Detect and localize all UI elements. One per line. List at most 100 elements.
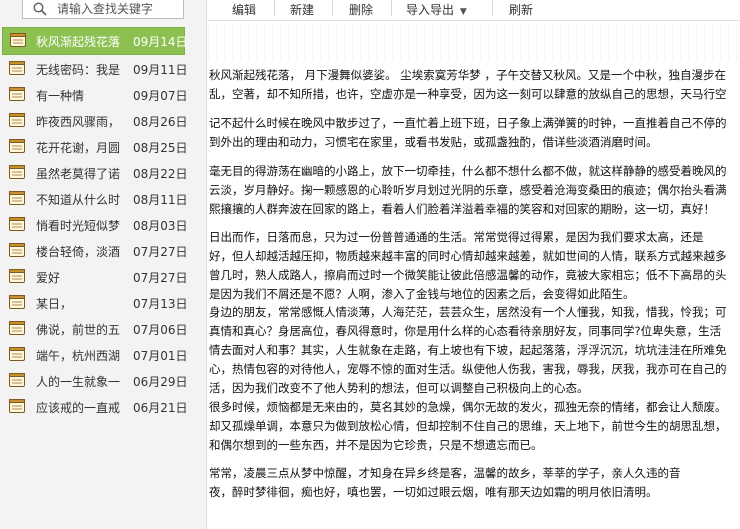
note-list-item[interactable]: 端午，杭州西湖 07月01日 bbox=[0, 341, 207, 367]
note-title: 不知道从什么时 bbox=[36, 193, 121, 207]
note-title: 楼台轻倚，淡酒 bbox=[36, 245, 121, 259]
notebook-icon bbox=[9, 217, 25, 231]
note-list-item[interactable]: 有一种情 09月07日 bbox=[0, 81, 207, 107]
content-line: 到外出的理由和动力，习惯宅在家里，或看书发贴，或孤盏独酌，借详些淡酒消磨时间。 bbox=[209, 135, 658, 149]
note-list-item[interactable]: 人的一生就象一 06月29日 bbox=[0, 367, 207, 393]
note-date: 08月03日 bbox=[133, 219, 188, 233]
note-date: 08月26日 bbox=[133, 115, 188, 129]
editor-ruler bbox=[208, 26, 740, 60]
note-list-item[interactable]: 虽然老莫得了诺 08月22日 bbox=[0, 159, 207, 185]
note-date: 08月11日 bbox=[133, 193, 188, 207]
notebook-icon bbox=[9, 347, 25, 361]
refresh-button[interactable]: 刷新 bbox=[509, 1, 533, 18]
edit-button[interactable]: 编辑 bbox=[232, 1, 256, 18]
note-list-item[interactable]: 秋风渐起残花落 09月14日 bbox=[2, 27, 188, 55]
content-line: 心，热情包容的对待他人，宠辱不惊的面对生活。纵使他人伤我，害我，辱我，厌我，我亦… bbox=[209, 362, 727, 376]
note-title: 应该戒的一直戒 bbox=[36, 401, 121, 415]
note-date: 07月27日 bbox=[133, 245, 188, 259]
content-paragraph: 常常，凌晨三点从梦中惊醒，才知身在异乡终是客，温馨的故乡，莘莘的学子，亲人久违的… bbox=[209, 464, 681, 502]
notes-sidebar: 秋风渐起残花落 09月14日无线密码：我是 09月11日有一种情 09月07日昨夜西风… bbox=[0, 0, 207, 529]
note-title: 秋风渐起残花落 bbox=[36, 35, 121, 49]
note-list-item[interactable]: 昨夜西风骤雨， 08月26日 bbox=[0, 107, 207, 133]
note-title: 虽然老莫得了诺 bbox=[36, 167, 121, 181]
content-paragraph: 记不起什么时候在晚风中散步过了，一直忙着上班下班，日子象上满弹簧的时钟，一直推着… bbox=[209, 114, 727, 152]
note-date: 09月14日 bbox=[133, 35, 188, 49]
note-list-item[interactable]: 花开花谢，月圆 08月25日 bbox=[0, 133, 207, 159]
content-line: 毫无目的得游荡在幽暗的小路上，放下一切牵挂，什么都不想什么都不做，就这样静静的感… bbox=[209, 164, 727, 178]
content-line: 乱，空著，却不知所措，也许，空虚亦是一种享受，因为这一刻可以肆意的放纵自己的思想… bbox=[209, 87, 727, 101]
note-list-item[interactable]: 楼台轻倚，淡酒 07月27日 bbox=[0, 237, 207, 263]
content-line: 活，因为我们改变不了他人势利的想法，但可以调整自己积极向上的心态。 bbox=[209, 381, 589, 395]
content-paragraph: 身边的朋友，常常感慨人情淡薄，人海茫茫，芸芸众生，居然没有一个人懂我，知我，惜我… bbox=[209, 303, 727, 398]
content-line: 真情和真心？身居高位，春风得意时，你是用什么样的心态看待亲朋好友，同事同学?位卑… bbox=[209, 324, 722, 338]
note-date: 07月13日 bbox=[133, 297, 188, 311]
note-list: 秋风渐起残花落 09月14日 无线密码：我是 09月11日 有一种情 09月07日 昨夜西风… bbox=[0, 27, 207, 419]
notebook-icon bbox=[9, 61, 25, 75]
note-date: 08月25日 bbox=[133, 141, 188, 155]
note-title: 佛说，前世的五 bbox=[36, 323, 121, 337]
content-paragraph: 日出而作，日落而息，只为过一份普普通通的生活。常常觉得过得累，是因为我们要求太高… bbox=[209, 228, 727, 304]
search-icon bbox=[33, 2, 47, 16]
search-input[interactable] bbox=[57, 0, 181, 17]
note-date: 09月07日 bbox=[133, 89, 188, 103]
note-list-item[interactable]: 爱好 07月27日 bbox=[0, 263, 207, 289]
note-date: 09月11日 bbox=[133, 63, 188, 77]
note-list-item[interactable]: 应该戒的一直戒 06月21日 bbox=[0, 393, 207, 419]
note-list-item[interactable]: 佛说，前世的五 07月06日 bbox=[0, 315, 207, 341]
delete-button[interactable]: 删除 bbox=[349, 1, 373, 18]
notebook-icon bbox=[9, 373, 25, 387]
toolbar: 编辑 新建 删除 导入导出 ▼ 刷新 bbox=[208, 0, 740, 21]
note-date: 07月27日 bbox=[133, 271, 188, 285]
toolbar-separator bbox=[274, 0, 275, 16]
note-title: 人的一生就象一 bbox=[36, 375, 121, 389]
content-line: 却又孤燥单调，本意只为做到放松心情，但却控制不住自己的思维，天上地下，前世今生的… bbox=[209, 419, 727, 433]
note-date: 06月29日 bbox=[133, 375, 188, 389]
content-line: 好，但人却越活越压抑，物质越来越丰富的同时心情却越来越差，就如世间的人情，联系方… bbox=[209, 249, 727, 263]
toolbar-separator bbox=[332, 0, 333, 16]
note-list-item[interactable]: 悄看时光短似梦 08月03日 bbox=[0, 211, 207, 237]
content-paragraph: 秋风渐起残花落， 月下漫舞似婆娑。 尘埃索寞芳华梦 ，子午交替又秋风。又是一个中… bbox=[209, 66, 727, 104]
chevron-down-icon: ▼ bbox=[459, 7, 467, 17]
content-line: 日出而作，日落而息，只为过一份普普通通的生活。常常觉得过得累，是因为我们要求太高… bbox=[209, 230, 704, 244]
content-line: 曾几时，熟人成路人，擦肩而过时一个微笑能让彼此倍感温馨的动作，竟被大家相忘；低不… bbox=[209, 268, 727, 282]
note-date: 07月01日 bbox=[133, 349, 188, 363]
notebook-icon bbox=[9, 191, 25, 205]
content-line: 记不起什么时候在晚风中散步过了，一直忙着上班下班，日子象上满弹簧的时钟，一直推着… bbox=[209, 116, 727, 130]
notebook-icon bbox=[9, 139, 25, 153]
content-line: 秋风渐起残花落， 月下漫舞似婆娑。 尘埃索寞芳华梦 ，子午交替又秋风。又是一个中… bbox=[209, 68, 726, 82]
note-title: 昨夜西风骤雨， bbox=[36, 115, 121, 129]
notebook-icon bbox=[9, 165, 25, 179]
new-button[interactable]: 新建 bbox=[290, 1, 314, 18]
note-title: 端午，杭州西湖 bbox=[36, 349, 121, 363]
notebook-icon bbox=[10, 33, 26, 47]
toolbar-separator bbox=[391, 0, 392, 16]
note-content[interactable]: 秋风渐起残花落， 月下漫舞似婆娑。 尘埃索寞芳华梦 ，子午交替又秋风。又是一个中… bbox=[208, 60, 740, 529]
notebook-icon bbox=[9, 399, 25, 413]
note-list-item[interactable]: 不知道从什么时 08月11日 bbox=[0, 185, 207, 211]
note-title: 花开花谢，月圆 bbox=[36, 141, 121, 155]
content-line: 和偶尔想到的一些东西，并不是因为它珍贵，只是不想遗忘而已。 bbox=[209, 438, 543, 452]
content-line: 是因为我们不屑还是不愿？人啊，渗入了金钱与地位的因素之后，会变得如此陌生。 bbox=[209, 287, 635, 301]
content-line: 情去面对人和事？其实，人生就象在走路，有上坡也有下坡，起起落落，浮浮沉沉，坑坑洼… bbox=[209, 343, 727, 357]
toolbar-separator bbox=[492, 0, 493, 16]
content-paragraph: 很多时候，烦恼都是无来由的，莫名其妙的急燥，偶尔无故的发火，孤独无奈的情绪，都会… bbox=[209, 398, 727, 455]
notebook-icon bbox=[9, 295, 25, 309]
notebook-icon bbox=[9, 269, 25, 283]
note-date: 06月21日 bbox=[133, 401, 188, 415]
notebook-icon bbox=[9, 321, 25, 335]
import-export-button[interactable]: 导入导出 ▼ bbox=[406, 1, 467, 18]
import-export-label: 导入导出 bbox=[406, 3, 455, 17]
note-title: 某日， bbox=[36, 297, 73, 311]
note-date: 07月06日 bbox=[133, 323, 188, 337]
content-line: 夜，醉时梦徘徊，痴也好，嗔也罢，一切如过眼云烟，唯有那天边如霜的明月依旧清明。 bbox=[209, 485, 658, 499]
notebook-icon bbox=[9, 113, 25, 127]
note-title: 爱好 bbox=[36, 271, 61, 285]
note-list-item[interactable]: 无线密码：我是 09月11日 bbox=[0, 55, 207, 81]
content-line: 熙攘攘的人群奔波在回家的路上，看着人们脸着洋溢着幸福的笑容和对回家的期盼，这一切… bbox=[209, 202, 715, 216]
content-line: 常常，凌晨三点从梦中惊醒，才知身在异乡终是客，温馨的故乡，莘莘的学子，亲人久违的… bbox=[209, 466, 681, 480]
note-date: 08月22日 bbox=[133, 167, 188, 181]
content-paragraph: 毫无目的得游荡在幽暗的小路上，放下一切牵挂，什么都不想什么都不做，就这样静静的感… bbox=[209, 162, 727, 219]
note-title: 有一种情 bbox=[36, 89, 85, 103]
note-list-item[interactable]: 某日， 07月13日 bbox=[0, 289, 207, 315]
search-box[interactable] bbox=[22, 0, 184, 19]
